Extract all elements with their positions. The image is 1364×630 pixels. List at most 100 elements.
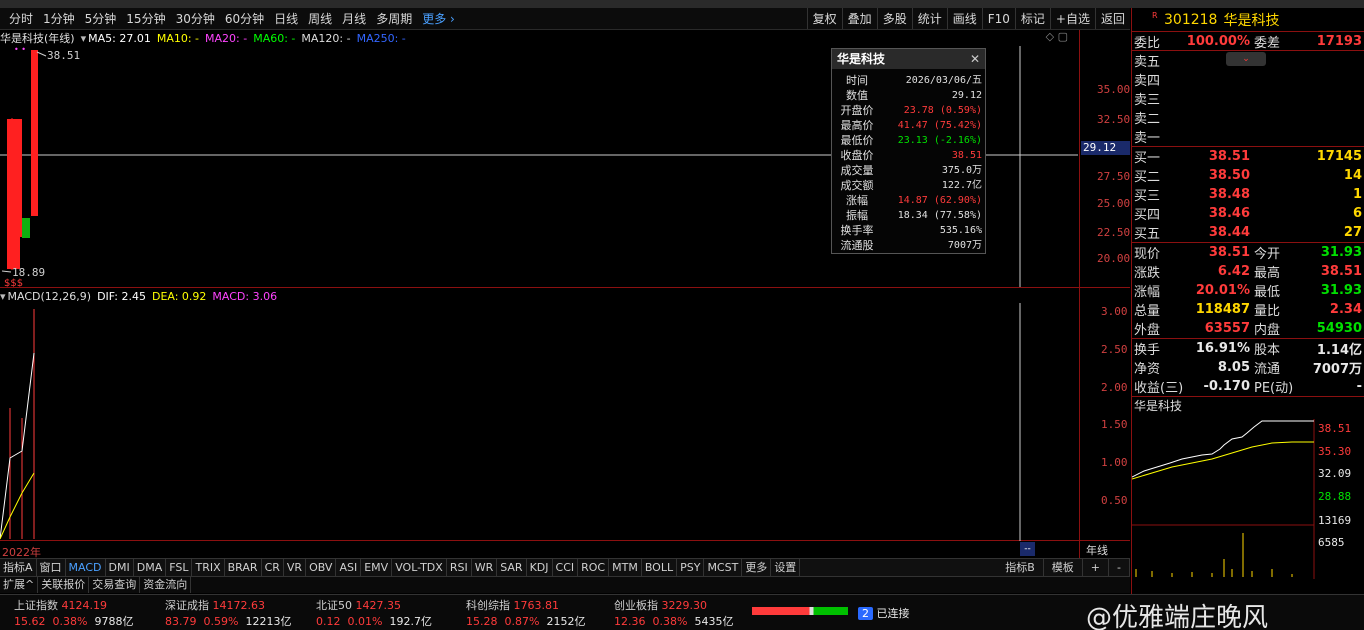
toolbar-button[interactable]: 复权 [806, 8, 842, 29]
toolbar-button[interactable]: 返回 [1094, 8, 1130, 29]
indicator-tab[interactable]: 指标A [0, 559, 37, 576]
eye-icon[interactable]: ▾ [81, 32, 87, 45]
indicator-tab[interactable]: ROC [578, 559, 610, 576]
index-quote[interactable]: 北证50 1427.35 [316, 597, 401, 613]
popup-row: 振幅 18.34 (77.58%) [832, 208, 985, 223]
toolbar-button[interactable]: 叠加 [841, 8, 877, 29]
chart-options-icon[interactable]: ◇ ▢ [1046, 30, 1068, 43]
indicator-tab[interactable]: 更多 [742, 559, 772, 576]
popup-row-label: 换手率 [840, 224, 874, 237]
more-label: 更多 [422, 12, 447, 26]
close-icon[interactable]: ✕ [970, 49, 980, 69]
more-periods-button[interactable]: 更多 › [417, 10, 460, 27]
period-tab[interactable]: 30分钟 [171, 10, 220, 27]
indicator-tab[interactable]: CCI [553, 559, 579, 576]
popup-row: 流通股 7007万 [832, 238, 985, 253]
extension-tab[interactable]: 交易查询 [89, 577, 141, 593]
indicator-tab[interactable]: CR [262, 559, 284, 576]
index-quote[interactable]: 深证成指 14172.63 [165, 597, 265, 613]
period-tab[interactable]: 周线 [303, 10, 337, 27]
macd-tick: 2.50 [1101, 343, 1128, 356]
connection-status[interactable]: 2 已连接 [858, 605, 910, 621]
macd-chart[interactable] [0, 303, 1078, 541]
popup-row: 换手率 535.16% [832, 223, 985, 238]
indicator-tab[interactable]: MACD [66, 559, 106, 576]
popup-row-value: 2026/03/06/五 [905, 75, 982, 86]
indicator-tab[interactable]: TRIX [192, 559, 225, 576]
indicator-tab[interactable]: SAR [497, 559, 527, 576]
stat-value: 6.42 [1217, 264, 1250, 279]
stat-value: -0.170 [1203, 379, 1250, 394]
extension-tab[interactable]: 资金流向 [140, 577, 192, 593]
stat-label: 净资 [1134, 362, 1161, 377]
macd-dif: DIF: 2.45 [97, 289, 146, 303]
indicator-tab[interactable]: OBV [306, 559, 337, 576]
candle-info-popup: 华是科技 ✕ 时间 2026/03/06/五 数值 29.12 开盘价 23.78 (0.… [831, 48, 986, 254]
period-tab[interactable]: 日线 [269, 10, 303, 27]
mini-price-line [1132, 420, 1314, 478]
share-stat-row: 换手 16.91% 股本 1.14亿 [1132, 339, 1364, 358]
extension-tab[interactable]: 关联报价 [38, 577, 90, 593]
extension-tab[interactable]: 扩展^ [0, 577, 39, 593]
indicator-tab[interactable]: EMV [361, 559, 393, 576]
buy-price: 38.51 [1208, 149, 1250, 164]
toolbar-button[interactable]: 画线 [946, 8, 982, 29]
period-tab[interactable]: 多周期 [371, 10, 417, 27]
index-quote[interactable]: 上证指数 4124.19 [14, 597, 107, 613]
dif-line [0, 352, 35, 540]
indicator-tab[interactable]: ASI [336, 559, 362, 576]
indicator-tab[interactable]: 窗口 [37, 559, 66, 576]
stat-value: 20.01% [1195, 283, 1250, 298]
indicator-tab[interactable]: 设置 [771, 559, 801, 576]
period-tab[interactable]: 月线 [337, 10, 371, 27]
indicator-tab[interactable]: BRAR [225, 559, 262, 576]
buy-price: 38.50 [1208, 168, 1250, 183]
period-tab[interactable]: 60分钟 [220, 10, 269, 27]
indicator-tab[interactable]: VR [284, 559, 307, 576]
indicator-tab[interactable]: MTM [609, 559, 642, 576]
macd-tick: 0.50 [1101, 494, 1128, 507]
period-tab[interactable]: 分时 [4, 10, 38, 27]
mini-avg-line [1132, 441, 1314, 480]
popup-rows: 时间 2026/03/06/五 数值 29.12 开盘价 23.78 (0.59%) 最高价… [832, 69, 985, 253]
extension-tabs: 扩展^ 关联报价 交易查询 资金流向 [0, 576, 1130, 593]
toolbar-button[interactable]: +自选 [1049, 8, 1095, 29]
stat-row: 总量 118487 量比 2.34 [1132, 300, 1364, 319]
popup-row: 开盘价 23.78 (0.59%) [832, 103, 985, 118]
indicator-tab[interactable]: PSY [677, 559, 705, 576]
period-tab[interactable]: 1分钟 [38, 10, 80, 27]
toolbar-button[interactable]: 标记 [1014, 8, 1050, 29]
period-tab[interactable]: 15分钟 [121, 10, 170, 27]
indicator-tab[interactable]: DMI [106, 559, 134, 576]
indicator-tab[interactable]: MCST [704, 559, 743, 576]
diff-value: 17193 [1316, 33, 1362, 49]
indicator-tab[interactable]: KDJ [527, 559, 553, 576]
toolbar-button[interactable]: 统计 [911, 8, 947, 29]
period-tab[interactable]: 5分钟 [80, 10, 122, 27]
stat-label: 量比 [1254, 304, 1281, 319]
popup-row: 数值 29.12 [832, 88, 985, 103]
indicator-tab[interactable]: VOL-TDX [392, 559, 447, 576]
toolbar-button[interactable]: 多股 [876, 8, 912, 29]
indicator-tab[interactable]: BOLL [642, 559, 678, 576]
watermark-text: @优雅端庄晚风 [1086, 603, 1269, 630]
indicator-tab[interactable]: WR [472, 559, 498, 576]
indicator-tab[interactable]: DMA [134, 559, 167, 576]
indicator-tab-action[interactable]: + [1083, 559, 1110, 576]
indicator-tab-action[interactable]: 模板 [1044, 559, 1083, 576]
index-change-pct: 0.01% [347, 615, 383, 628]
quote-panel: R 301218 华是科技 委比 100.00% 委差 17193 ⌄ 卖五 卖四… [1131, 8, 1364, 594]
indicator-tab[interactable]: RSI [447, 559, 472, 576]
popup-row-label: 成交额 [840, 179, 874, 192]
toolbar-button[interactable]: F10 [981, 8, 1015, 29]
indicator-tab-action[interactable]: 指标B [997, 559, 1044, 576]
index-quote[interactable]: 创业板指 3229.30 [614, 597, 707, 613]
stat-value: 8.05 [1217, 360, 1250, 375]
index-change-value: 0.12 [316, 615, 341, 628]
indicator-tab-action[interactable]: - [1109, 559, 1130, 576]
macd-eye-icon[interactable]: ▾ [0, 290, 6, 303]
ratio-label: 委比 [1134, 35, 1161, 51]
index-change: 83.79 0.59% 12213亿 [165, 613, 291, 629]
indicator-tab[interactable]: FSL [166, 559, 193, 576]
index-quote[interactable]: 科创综指 1763.81 [466, 597, 559, 613]
